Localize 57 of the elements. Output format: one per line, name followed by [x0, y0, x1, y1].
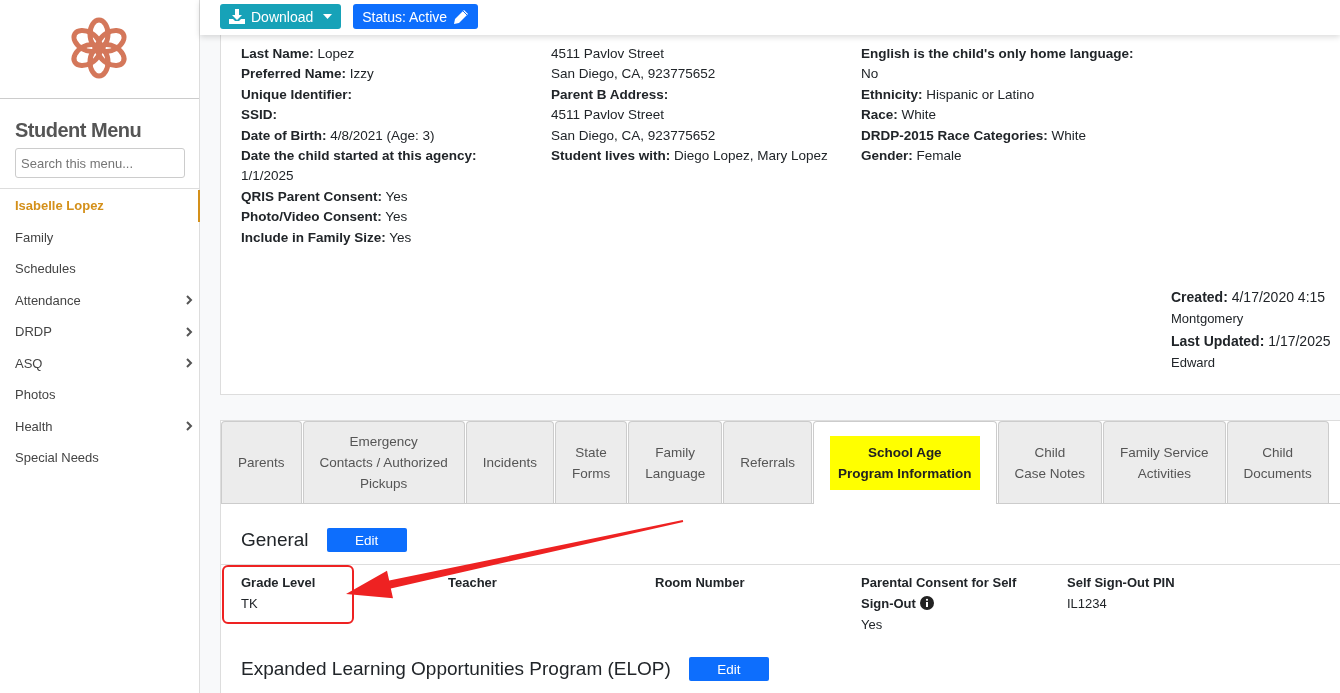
sidebar-item[interactable]: Photos — [0, 379, 201, 411]
field-value: TK — [241, 595, 259, 614]
audit-user: Montgomery — [1171, 310, 1245, 329]
tab[interactable]: Referrals — [723, 421, 812, 504]
download-icon — [229, 9, 245, 24]
profile-field: Unique Identifier: — [241, 84, 551, 106]
sidebar-item[interactable]: Special Needs — [0, 442, 201, 474]
tab[interactable]: School Age Program Information — [813, 421, 997, 505]
field-label: Teacher — [448, 575, 497, 591]
tab[interactable]: Incidents — [465, 421, 554, 504]
profile-field: Preferred Name: Izzy — [241, 64, 551, 85]
field-value: IL1234 — [1067, 595, 1108, 614]
menu-title: Student Menu — [15, 119, 143, 142]
tab[interactable]: Family Language — [628, 421, 723, 504]
tab[interactable]: Parents — [221, 421, 302, 504]
field-label: Grade Level — [241, 575, 316, 591]
profile-field: Include in Family Size: Yes — [241, 227, 551, 249]
field-label: Room Number — [655, 575, 745, 591]
field-label: Parental Consent for Self Sign-Out — [861, 575, 1017, 612]
caret-icon — [323, 14, 333, 19]
audit-user: Edward — [1171, 354, 1217, 373]
status-button[interactable]: Status: Active — [353, 4, 479, 29]
tab[interactable]: Family Service Activities — [1103, 421, 1226, 504]
tab[interactable]: State Forms — [554, 421, 628, 504]
search-field[interactable]: Search this menu... — [15, 148, 185, 178]
sidebar-item[interactable]: Schedules — [0, 253, 201, 285]
sidebar-item[interactable]: ASQ — [0, 347, 201, 379]
profile-field: Race: White — [861, 105, 1171, 126]
field-value: Yes — [861, 616, 884, 635]
field-label: Self Sign-Out PIN — [1067, 575, 1175, 591]
tab[interactable]: Child Documents — [1226, 421, 1329, 504]
profile-field: 4511 Pavlov Street San Diego, CA, 923775652 — [551, 44, 861, 85]
audit-field: Created: 4/17/2020 4:15 — [1171, 286, 1340, 309]
pencil-icon — [453, 9, 470, 24]
sidebar-item[interactable]: Attendance — [0, 284, 201, 316]
sidebar-item[interactable]: Health — [0, 410, 201, 442]
section-title: General — [241, 529, 309, 552]
profile-field: DRDP-2015 Race Categories: White — [861, 125, 1171, 147]
profile-field: Ethnicity: Hispanic or Latino — [861, 84, 1171, 106]
tab[interactable]: Emergency Contacts / Authorized Pickups — [302, 421, 465, 504]
profile-field: Gender: Female — [861, 146, 1171, 167]
profile-field: English is the child's only home language: No — [861, 44, 1171, 85]
sidebar-item[interactable]: DRDP — [0, 316, 201, 348]
profile-field: Parent B Address: 4511 Pavlov Street San Diego, CA, 923775652 — [551, 84, 861, 147]
profile-field: Student lives with: Diego Lopez, Mary Lopez — [551, 146, 861, 167]
section-title: Expanded Learning Opportunities Program (ELOP) — [241, 658, 671, 681]
edit-button[interactable]: Edit — [688, 657, 769, 682]
edit-button[interactable]: Edit — [326, 528, 407, 553]
profile-field: Photo/Video Consent: Yes — [241, 207, 551, 228]
profile-field: QRIS Parent Consent: Yes — [241, 186, 551, 208]
sidebar-item[interactable]: Family — [0, 221, 201, 253]
profile-field: Date the child started at this agency: 1/1/2025 — [241, 146, 551, 187]
profile-field: Date of Birth: 4/8/2021 (Age: 3) — [241, 125, 551, 147]
profile-field: SSID: — [241, 105, 551, 126]
profile-field: Last Name: Lopez — [241, 44, 551, 65]
tab[interactable]: Child Case Notes — [997, 421, 1103, 504]
audit-field: Last Updated: 1/17/2025 — [1171, 330, 1340, 353]
